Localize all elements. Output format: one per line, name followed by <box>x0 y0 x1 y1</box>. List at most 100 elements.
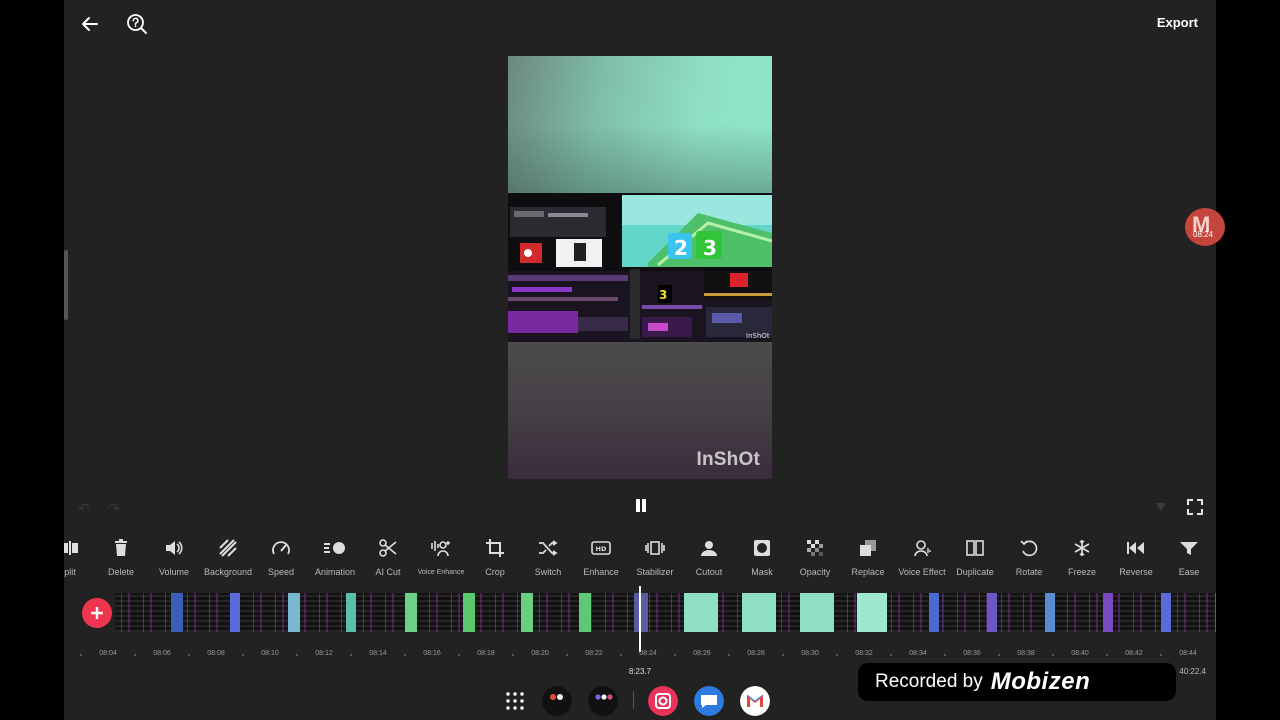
gmail-app-icon[interactable] <box>740 686 770 716</box>
tool-label: Reverse <box>1119 567 1153 577</box>
app-folder-icon[interactable] <box>588 686 618 716</box>
clip-frame <box>1161 593 1171 632</box>
tool-background[interactable]: Background <box>201 536 255 577</box>
keyframe-icon[interactable] <box>1154 500 1168 514</box>
time-tick: 08:16 <box>423 650 441 657</box>
tool-opacity[interactable]: Opacity <box>788 536 842 577</box>
cutout-icon <box>698 536 720 560</box>
svg-text:HD: HD <box>596 545 607 553</box>
tool-label: Delete <box>107 567 134 577</box>
playhead[interactable] <box>639 586 641 652</box>
time-tick: 08:22 <box>585 650 603 657</box>
clip-frame <box>346 593 356 632</box>
taskbar-divider <box>633 691 634 709</box>
tick-dot <box>890 654 892 656</box>
tool-speed[interactable]: Speed <box>254 536 308 577</box>
tool-volume[interactable]: Volume <box>147 536 201 577</box>
tool-mask[interactable]: Mask <box>735 536 789 577</box>
tool-voice-effect[interactable]: Voice Effect <box>895 536 949 577</box>
apps-grid-icon[interactable] <box>504 690 526 712</box>
clip-frame <box>987 593 997 632</box>
tool-crop[interactable]: Crop <box>468 536 522 577</box>
video-clip-track[interactable] <box>115 593 1216 632</box>
time-tick: 08:30 <box>801 650 819 657</box>
inshot-app-icon[interactable] <box>648 686 678 716</box>
tool-label: Background <box>203 567 253 577</box>
add-clip-button[interactable] <box>82 598 112 628</box>
tick-dot <box>836 654 838 656</box>
time-tick: 08:20 <box>531 650 549 657</box>
tool-rotate[interactable]: Rotate <box>1002 536 1056 577</box>
tool-label: Voice Effect <box>898 567 946 577</box>
tick-dot <box>404 654 406 656</box>
app-folder-icon[interactable] <box>542 686 572 716</box>
tool-freeze[interactable]: Freeze <box>1055 536 1109 577</box>
time-tick: 08:38 <box>1017 650 1035 657</box>
svg-text:3: 3 <box>659 288 667 302</box>
tick-dot <box>782 654 784 656</box>
back-button[interactable] <box>76 10 104 38</box>
tool-stabilizer[interactable]: Stabilizer <box>628 536 682 577</box>
speed-icon <box>270 536 292 560</box>
snowflake-icon <box>1071 536 1093 560</box>
clip-frame <box>929 593 939 632</box>
help-button[interactable] <box>123 10 151 38</box>
video-frame-image: 2 3 3 InShOt <box>508 193 772 342</box>
tool-cutout[interactable]: Cutout <box>682 536 736 577</box>
time-tick: 08:40 <box>1071 650 1089 657</box>
tick-dot <box>1160 654 1162 656</box>
messages-app-icon[interactable] <box>694 686 724 716</box>
tool-voice-enhance[interactable]: Voice Enhance <box>414 536 468 576</box>
tool-ease[interactable]: Ease <box>1162 536 1216 577</box>
tool-delete[interactable]: Delete <box>94 536 148 577</box>
tick-dot <box>512 654 514 656</box>
edit-toolbar: plit Delete Volume Background Speed Anim… <box>64 536 1216 582</box>
preview-blurred-top <box>508 56 772 193</box>
tool-replace[interactable]: Replace <box>841 536 895 577</box>
tool-duplicate[interactable]: Duplicate <box>948 536 1002 577</box>
tick-dot <box>566 654 568 656</box>
tick-dot <box>944 654 946 656</box>
ai-cut-icon <box>377 536 399 560</box>
tool-reverse[interactable]: Reverse <box>1109 536 1163 577</box>
pause-button[interactable] <box>634 498 648 514</box>
video-preview[interactable]: 2 3 3 InShOt InShOt <box>508 56 772 479</box>
time-tick: 08:06 <box>153 650 171 657</box>
background-icon <box>217 536 239 560</box>
clip-frame <box>1045 593 1055 632</box>
tick-dot <box>458 654 460 656</box>
export-button[interactable]: Export <box>1157 15 1198 30</box>
redo-icon[interactable]: ↷ <box>108 500 120 517</box>
shuffle-icon <box>537 536 559 560</box>
tick-dot <box>728 654 730 656</box>
tool-label: Volume <box>158 567 190 577</box>
tool-label: Voice Enhance <box>417 569 465 576</box>
inshot-watermark[interactable]: InShOt <box>697 449 760 471</box>
time-tick: 08:28 <box>747 650 765 657</box>
tool-switch[interactable]: Switch <box>521 536 575 577</box>
tool-label: Crop <box>485 567 505 577</box>
voice-enhance-icon <box>430 536 452 560</box>
tool-ai-cut[interactable]: AI Cut <box>361 536 415 577</box>
undo-icon[interactable]: ↶ <box>78 500 90 517</box>
clip-frame <box>288 593 300 632</box>
tool-enhance[interactable]: HD Enhance <box>574 536 628 577</box>
time-tick: 08:32 <box>855 650 873 657</box>
fullscreen-icon[interactable] <box>1186 498 1204 516</box>
tick-dot <box>242 654 244 656</box>
time-tick: 08:24 <box>639 650 657 657</box>
tool-label: Mask <box>751 567 773 577</box>
mobizen-logo: Mobizen <box>990 668 1091 695</box>
hd-icon: HD <box>590 536 612 560</box>
tool-animation[interactable]: Animation <box>308 536 362 577</box>
plus-icon <box>91 607 103 619</box>
time-tick: 08:10 <box>261 650 279 657</box>
clip-frame <box>857 593 887 632</box>
svg-text:2: 2 <box>674 236 688 260</box>
time-tick: 08:18 <box>477 650 495 657</box>
clip-frame <box>171 593 183 632</box>
duplicate-icon <box>964 536 986 560</box>
tool-split[interactable]: plit <box>64 536 97 577</box>
side-panel-handle[interactable] <box>64 250 68 320</box>
clip-frame <box>634 593 648 632</box>
